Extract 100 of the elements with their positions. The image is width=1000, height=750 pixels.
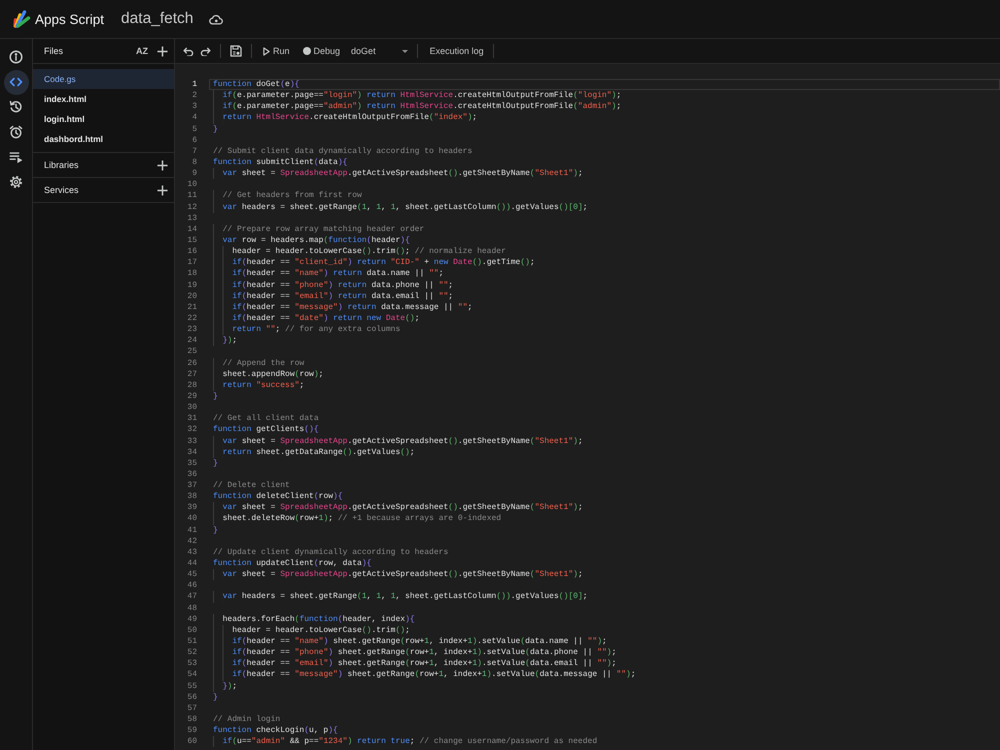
line-number: 27 — [186, 368, 197, 380]
execution-log-button[interactable]: Execution log — [430, 45, 484, 57]
line-number: 2 — [191, 90, 197, 102]
code-line: if(header == "email") sheet.getRange(row+1, index+1).setValue(data.email || ""); — [231, 659, 616, 668]
line-number: 44 — [186, 558, 197, 570]
line-number: 56 — [186, 692, 197, 703]
code-line: headers.forEach(function(header, index){ — [222, 614, 415, 624]
line-number: 46 — [186, 580, 197, 592]
code-line: } — [213, 692, 218, 702]
line-number: 17 — [186, 257, 197, 268]
code-line: if(header == "date") return new Date(); — [231, 314, 420, 323]
code-line: } — [213, 124, 218, 134]
line-number: 59 — [186, 725, 197, 736]
line-number: 45 — [186, 569, 197, 580]
code-line: // Get headers from first row — [222, 191, 362, 200]
code-line: function doGet(e){ — [213, 80, 300, 89]
line-number: 37 — [186, 480, 197, 492]
cloud-icon[interactable] — [209, 14, 224, 24]
code-line: if(header == "name") sheet.getRange(row+1, index+1).setValue(data.name || ""); — [231, 637, 607, 646]
line-number: 23 — [186, 324, 197, 336]
undo-icon[interactable] — [183, 46, 194, 56]
code-line: if(header == "message") sheet.getRange(row+1, index+1).setValue(data.message || ""); — [231, 670, 636, 680]
line-number: 30 — [186, 402, 197, 414]
code-line: // Prepare row array matching header order — [222, 224, 424, 234]
code-line: // Update client dynamically according to headers — [213, 548, 448, 557]
info-icon[interactable] — [9, 50, 23, 64]
line-number: 24 — [186, 335, 197, 346]
code-line: if(header == "phone") return data.phone || ""; — [231, 280, 454, 290]
function-select[interactable]: doGet — [351, 45, 408, 57]
line-number: 25 — [186, 346, 197, 358]
line-number: 15 — [186, 234, 197, 246]
line-number: 6 — [191, 134, 197, 146]
add-icon[interactable] — [157, 46, 168, 56]
code-line: return ""; // for any extra columns — [231, 325, 400, 334]
line-number: 53 — [186, 658, 197, 670]
code-line: } — [213, 526, 218, 535]
line-number: 21 — [186, 302, 197, 313]
code-line: if(e.parameter.page=="admin") return HtmlService.createHtmlOutputFromFile("admin"); — [222, 102, 622, 112]
section-heading[interactable]: Libraries — [44, 160, 79, 170]
add-icon[interactable] — [157, 160, 168, 170]
file-item[interactable]: dashbord.html — [33, 129, 174, 149]
code-line: header = header.toLowerCase().trim(); — [231, 626, 410, 635]
line-number: 10 — [186, 179, 197, 190]
line-number: 35 — [186, 458, 197, 469]
line-number: 32 — [186, 424, 197, 436]
history-icon[interactable] — [9, 100, 23, 114]
files-heading: Files — [44, 46, 64, 56]
line-number: 5 — [191, 124, 197, 135]
debug-button[interactable]: Debug — [302, 45, 340, 57]
line-number: 60 — [186, 736, 197, 748]
code-line: if(header == "email") return data.email || ""; — [231, 292, 454, 301]
code-line: function getClients(){ — [213, 425, 319, 434]
code-line: return "success"; — [222, 380, 304, 390]
line-number: 7 — [191, 146, 197, 157]
code-line: if(u=="admin" && p=="1234") return true; // change username/password as needed — [222, 737, 598, 746]
line-number: 54 — [186, 669, 197, 681]
line-number: 47 — [186, 591, 197, 603]
sort-button[interactable]: AZ — [136, 46, 148, 56]
code-line: var headers = sheet.getRange(1, 1, 1, sheet.getLastColumn()).getValues()[0]; — [222, 592, 588, 602]
project-title[interactable]: data_fetch — [121, 10, 194, 28]
file-item[interactable]: login.html — [33, 109, 174, 129]
code-line: var row = headers.map(function(header){ — [222, 236, 410, 245]
line-number: 51 — [186, 636, 197, 648]
add-icon[interactable] — [157, 184, 168, 196]
line-number: 36 — [186, 468, 197, 480]
code-icon[interactable] — [4, 70, 28, 94]
code-line: } — [213, 392, 218, 401]
section-heading[interactable]: Services — [44, 185, 79, 195]
list-play-icon[interactable] — [9, 150, 23, 164]
dot-icon — [302, 47, 311, 55]
code-line: function submitClient(data){ — [213, 158, 348, 167]
alarm-clock-icon[interactable] — [9, 125, 23, 139]
line-number: 11 — [186, 190, 197, 202]
settings-icon[interactable] — [9, 175, 23, 189]
file-item[interactable]: index.html — [33, 89, 174, 109]
code-line: }); — [222, 682, 238, 691]
line-number: 34 — [186, 446, 197, 458]
line-number: 16 — [186, 246, 197, 258]
code-line: // Submit client data dynamically according to headers — [213, 146, 472, 156]
product-name: Apps Script — [35, 12, 104, 26]
code-line: var sheet = SpreadsheetApp.getActiveSpreadsheet().getSheetByName("Sheet1"); — [222, 570, 583, 580]
code-line: }); — [222, 336, 238, 346]
code-line: if(e.parameter.page=="login") return HtmlService.createHtmlOutputFromFile("login"); — [222, 91, 622, 100]
line-number: 38 — [186, 491, 197, 502]
redo-icon[interactable] — [200, 46, 211, 56]
line-number: 20 — [186, 290, 197, 302]
code-line: return HtmlService.createHtmlOutputFromFile("index"); — [222, 113, 478, 122]
line-number: 13 — [186, 212, 197, 224]
code-line: // Admin login — [213, 715, 280, 724]
run-button[interactable]: Run — [263, 45, 290, 57]
file-item[interactable]: Code.gs — [33, 69, 174, 89]
code-line: return sheet.getDataRange().getValues(); — [222, 448, 415, 457]
line-number: 57 — [186, 702, 197, 714]
code-line: if(header == "client_id") return "CID-" + new Date().getTime(); — [231, 258, 535, 268]
line-number: 29 — [186, 390, 197, 402]
save-icon[interactable] — [230, 45, 242, 57]
line-number: 26 — [186, 358, 197, 369]
line-number: 18 — [186, 268, 197, 280]
code-line: if(header == "name") return data.name || ""; — [231, 269, 444, 278]
caret-icon — [402, 50, 408, 52]
